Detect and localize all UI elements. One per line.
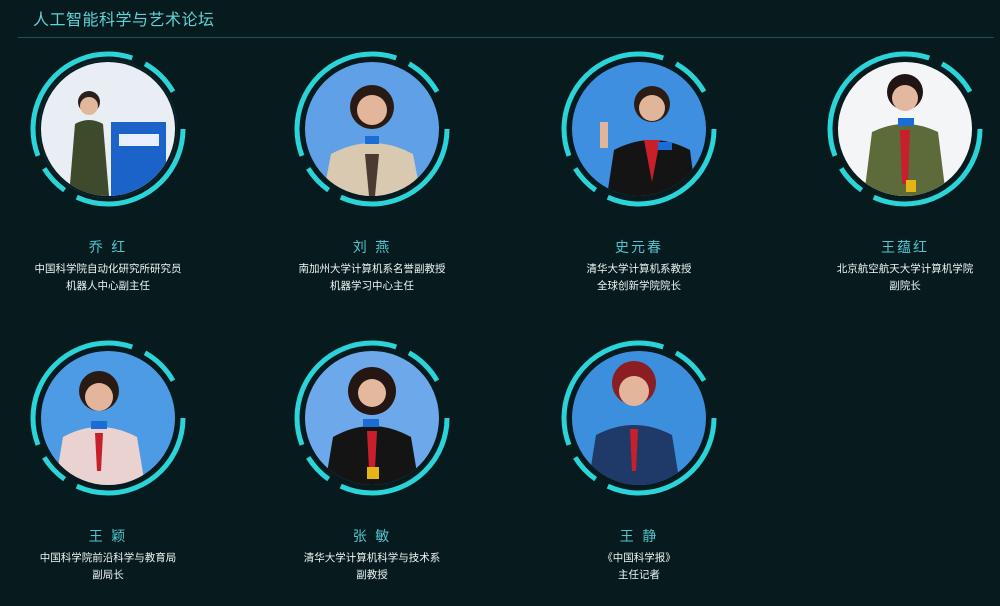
speaker-title-line1: 《中国科学报》 [602, 552, 676, 564]
page-header: 人工智能科学与艺术论坛 [0, 0, 1000, 38]
speaker-title-line2: 机器学习中心主任 [330, 280, 414, 292]
speaker-title-line1: 中国科学院前沿科学与教育局 [39, 552, 177, 564]
speaker-title: 北京航空航天大学计算机学院 副院长 [805, 261, 1000, 295]
speaker-title-line2: 全球创新学院院长 [597, 280, 681, 292]
speaker-card-2[interactable]: 刘 燕 南加州大学计算机系名誉副教授 机器学习中心主任 [290, 47, 490, 317]
speaker-title-line2: 机器人中心副主任 [66, 280, 150, 292]
speaker-card-5[interactable]: 王 颖 中国科学院前沿科学与教育局 副局长 [26, 336, 226, 606]
speaker-photo [572, 351, 706, 485]
speaker-title-line1: 中国科学院自动化研究所研究员 [34, 263, 182, 275]
speaker-card-1[interactable]: 乔 红 中国科学院自动化研究所研究员 机器人中心副主任 [26, 47, 226, 317]
speaker-card-7[interactable]: 王 静 《中国科学报》 主任记者 [557, 336, 757, 606]
speaker-title-line2: 副教授 [356, 569, 388, 581]
speaker-title-line2: 主任记者 [618, 569, 660, 581]
header-divider [18, 37, 994, 38]
speaker-photo [838, 62, 972, 196]
speaker-title: 南加州大学计算机系名誉副教授 机器学习中心主任 [272, 261, 472, 295]
speaker-name: 乔 红 [88, 240, 128, 256]
speaker-title: 中国科学院前沿科学与教育局 副局长 [8, 550, 208, 584]
speaker-name: 王 颖 [88, 529, 128, 545]
speaker-title-line1: 清华大学计算机科学与技术系 [303, 552, 441, 564]
speaker-card-3[interactable]: 史元春 清华大学计算机系教授 全球创新学院院长 [557, 47, 757, 317]
page-title: 人工智能科学与艺术论坛 [33, 10, 215, 29]
speaker-title-line2: 副局长 [92, 569, 124, 581]
speaker-title: 中国科学院自动化研究所研究员 机器人中心副主任 [8, 261, 208, 295]
speaker-name: 张 敏 [352, 529, 392, 545]
speaker-card-6[interactable]: 张 敏 清华大学计算机科学与技术系 副教授 [290, 336, 490, 606]
speaker-photo [41, 351, 175, 485]
speaker-photo [305, 351, 439, 485]
speaker-title: 清华大学计算机科学与技术系 副教授 [272, 550, 472, 584]
speaker-name: 史元春 [615, 240, 663, 256]
speaker-title-line1: 北京航空航天大学计算机学院 [836, 263, 974, 275]
speaker-title-line1: 清华大学计算机系教授 [586, 263, 692, 275]
speaker-name: 王 静 [619, 529, 659, 545]
speaker-title: 清华大学计算机系教授 全球创新学院院长 [539, 261, 739, 295]
speaker-title-line1: 南加州大学计算机系名誉副教授 [298, 263, 446, 275]
speaker-photo [305, 62, 439, 196]
speaker-photo [572, 62, 706, 196]
speaker-name: 刘 燕 [352, 240, 392, 256]
speaker-card-4[interactable]: 王蕴红 北京航空航天大学计算机学院 副院长 [823, 47, 1000, 317]
speaker-name: 王蕴红 [881, 240, 929, 256]
speaker-photo [41, 62, 175, 196]
speaker-title-line2: 副院长 [889, 280, 921, 292]
speaker-title: 《中国科学报》 主任记者 [539, 550, 739, 584]
